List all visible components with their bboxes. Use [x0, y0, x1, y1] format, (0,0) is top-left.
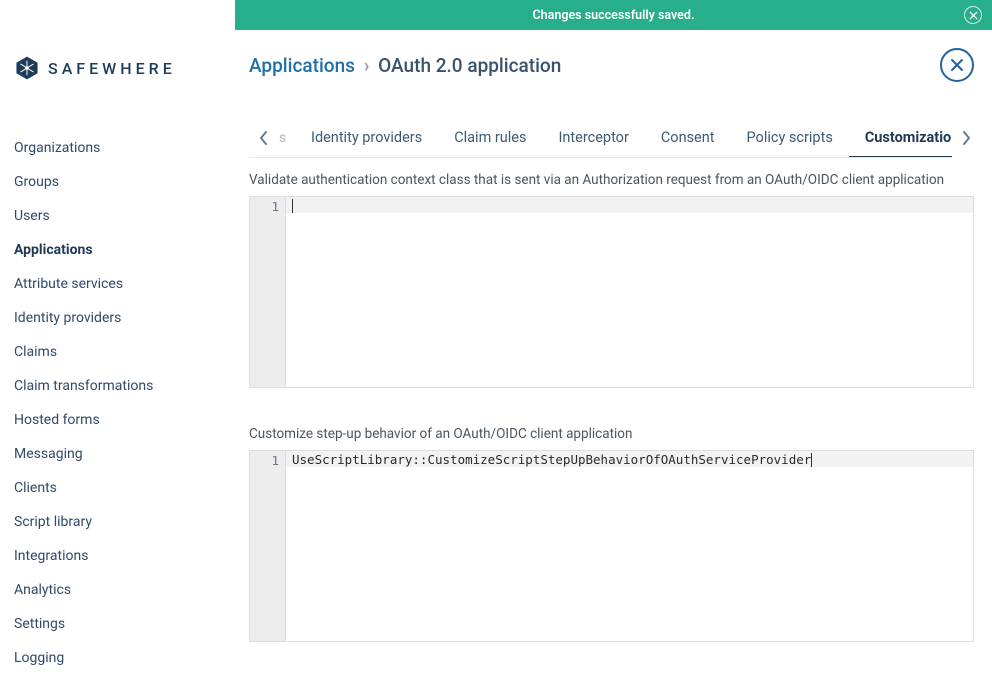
- editor-code[interactable]: [292, 198, 969, 213]
- breadcrumb-root-link[interactable]: Applications: [249, 54, 355, 77]
- tab-identity-providers[interactable]: Identity providers: [295, 119, 438, 157]
- sidebar-item-attribute-services[interactable]: Attribute services: [14, 267, 221, 301]
- sidebar: SAFEWHERE OrganizationsGroupsUsersApplic…: [0, 0, 235, 696]
- sidebar-item-integrations[interactable]: Integrations: [14, 539, 221, 573]
- sidebar-item-groups[interactable]: Groups: [14, 165, 221, 199]
- sidebar-item-logging[interactable]: Logging: [14, 641, 221, 675]
- brand-logo[interactable]: SAFEWHERE: [14, 55, 221, 81]
- breadcrumb: Applications › OAuth 2.0 application: [249, 54, 561, 77]
- sidebar-item-identity-providers[interactable]: Identity providers: [14, 301, 221, 335]
- editor-body[interactable]: UseScriptLibrary::CustomizeScriptStepUpB…: [286, 451, 973, 641]
- tab-consent[interactable]: Consent: [645, 119, 731, 157]
- validate-acr-label: Validate authentication context class th…: [249, 172, 974, 188]
- toast-success: Changes successfully saved.: [235, 0, 992, 30]
- stepup-label: Customize step-up behavior of an OAuth/O…: [249, 426, 974, 442]
- sidebar-item-claim-transformations[interactable]: Claim transformations: [14, 369, 221, 403]
- sidebar-item-hosted-forms[interactable]: Hosted forms: [14, 403, 221, 437]
- close-icon: [969, 11, 978, 20]
- sidebar-item-organizations[interactable]: Organizations: [14, 131, 221, 165]
- tabs-scroll-right-button[interactable]: [952, 118, 980, 158]
- validate-acr-editor[interactable]: 1: [249, 196, 974, 388]
- brand-name: SAFEWHERE: [48, 59, 176, 78]
- editor-gutter: 1: [250, 451, 286, 641]
- chevron-left-icon: [258, 130, 269, 146]
- tab-strip: s Identity providersClaim rulesIntercept…: [249, 118, 974, 158]
- tab-peek-left: s: [279, 130, 289, 146]
- toast-message: Changes successfully saved.: [532, 8, 694, 23]
- editor-code[interactable]: UseScriptLibrary::CustomizeScriptStepUpB…: [292, 452, 969, 467]
- sidebar-item-applications[interactable]: Applications: [14, 233, 221, 267]
- brand-hex-icon: [14, 55, 40, 81]
- breadcrumb-current: OAuth 2.0 application: [378, 54, 561, 77]
- sidebar-item-analytics[interactable]: Analytics: [14, 573, 221, 607]
- sidebar-item-settings[interactable]: Settings: [14, 607, 221, 641]
- sidebar-nav: OrganizationsGroupsUsersApplicationsAttr…: [14, 131, 221, 675]
- breadcrumb-separator: ›: [360, 54, 374, 77]
- sidebar-item-script-library[interactable]: Script library: [14, 505, 221, 539]
- gutter-line-number: 1: [250, 199, 279, 214]
- toast-close-button[interactable]: [964, 6, 982, 24]
- editor-gutter: 1: [250, 197, 286, 387]
- tab-policy-scripts[interactable]: Policy scripts: [731, 119, 849, 157]
- chevron-right-icon: [961, 130, 972, 146]
- tabs-scroll-left-button[interactable]: [249, 118, 277, 158]
- tab-list: Identity providersClaim rulesInterceptor…: [289, 119, 974, 157]
- page-header: Applications › OAuth 2.0 application: [249, 48, 974, 82]
- tab-interceptor[interactable]: Interceptor: [542, 119, 644, 157]
- sidebar-item-clients[interactable]: Clients: [14, 471, 221, 505]
- close-icon: [950, 58, 964, 72]
- sidebar-item-messaging[interactable]: Messaging: [14, 437, 221, 471]
- stepup-editor[interactable]: 1 UseScriptLibrary::CustomizeScriptStepU…: [249, 450, 974, 642]
- gutter-line-number: 1: [250, 453, 279, 468]
- close-page-button[interactable]: [940, 48, 974, 82]
- sidebar-item-claims[interactable]: Claims: [14, 335, 221, 369]
- main-content: Applications › OAuth 2.0 application s I…: [235, 0, 992, 696]
- editor-body[interactable]: [286, 197, 973, 387]
- tab-claim-rules[interactable]: Claim rules: [438, 119, 542, 157]
- sidebar-item-users[interactable]: Users: [14, 199, 221, 233]
